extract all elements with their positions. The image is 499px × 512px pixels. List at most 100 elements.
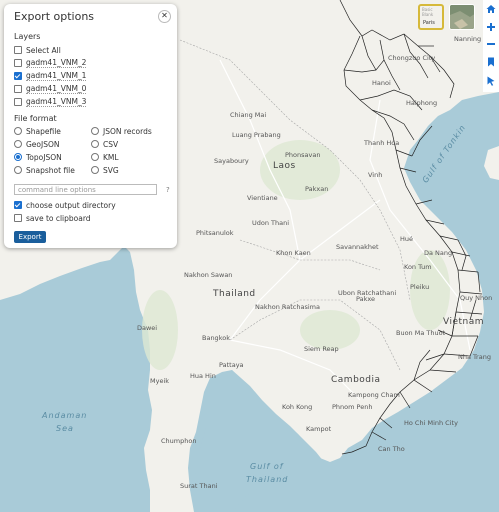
- format-option-geojson[interactable]: GeoJSON: [14, 139, 60, 149]
- bookmark-icon[interactable]: [486, 57, 496, 67]
- layer-name: gadm41_VNM_3: [26, 97, 87, 107]
- label-city: Pleiku: [410, 283, 430, 291]
- format-label: TopoJSON: [26, 152, 62, 162]
- label-city: Chongzuo City: [388, 54, 436, 62]
- label-city: Khon Kaen: [276, 249, 311, 257]
- clipboard-checkbox[interactable]: [14, 214, 22, 222]
- label-city: Nha Trang: [458, 353, 491, 361]
- label-city: Sayaboury: [214, 157, 249, 165]
- label-city: Nakhon Ratchasima: [255, 303, 320, 311]
- label-city: Haiphong: [406, 99, 438, 107]
- format-option-topojson[interactable]: TopoJSON: [14, 152, 62, 162]
- layer-name: gadm41_VNM_0: [26, 84, 87, 94]
- label-city: Hua Hin: [190, 372, 216, 380]
- home-icon[interactable]: [486, 4, 496, 14]
- format-label: SVG: [103, 165, 119, 175]
- close-button[interactable]: ✕: [158, 10, 171, 23]
- format-radio[interactable]: [91, 153, 99, 161]
- label-laos: Laos: [273, 161, 296, 171]
- label-city: Kampot: [306, 425, 332, 433]
- layer-name: gadm41_VNM_1: [26, 71, 87, 81]
- label-city: Vinh: [368, 171, 383, 179]
- choose-directory-option[interactable]: choose output directory: [14, 200, 116, 210]
- label-city: Thanh Hóa: [364, 139, 400, 147]
- label-sea: Sea: [56, 424, 74, 433]
- layer-checkbox[interactable]: [14, 85, 22, 93]
- label-city: Udon Thani: [252, 219, 290, 227]
- clipboard-option[interactable]: save to clipboard: [14, 213, 91, 223]
- format-radio[interactable]: [14, 166, 22, 174]
- label-city: Phitsanulok: [196, 229, 234, 237]
- format-label: Snapshot file: [26, 165, 75, 175]
- label-city: Nakhon Sawan: [184, 271, 233, 279]
- format-radio[interactable]: [91, 166, 99, 174]
- format-radio[interactable]: [14, 153, 22, 161]
- export-button[interactable]: Export: [14, 231, 46, 243]
- label-city: Ubon Ratchathani: [338, 289, 397, 297]
- format-option-json-records[interactable]: JSON records: [91, 126, 152, 136]
- label-city: Pattaya: [219, 361, 244, 369]
- label-andaman: Andaman: [42, 411, 88, 420]
- format-radio[interactable]: [14, 140, 22, 148]
- label-city: Phnom Penh: [332, 403, 373, 411]
- label-city: Vientiane: [247, 194, 278, 202]
- label-city: Da Nang: [424, 249, 453, 257]
- format-option-svg[interactable]: SVG: [91, 165, 119, 175]
- layer-option[interactable]: gadm41_VNM_3: [14, 97, 87, 107]
- format-radio[interactable]: [14, 127, 22, 135]
- label-gulf-of: Gulf of: [250, 462, 284, 471]
- format-label: CSV: [103, 139, 119, 149]
- layer-checkbox[interactable]: [14, 72, 22, 80]
- layer-option[interactable]: gadm41_VNM_1: [14, 71, 87, 81]
- pointer-icon[interactable]: [486, 76, 496, 86]
- layer-name: gadm41_VNM_2: [26, 58, 87, 68]
- label-city: Hué: [400, 235, 414, 243]
- label-city: Dawei: [137, 324, 158, 332]
- label-city: Koh Kong: [282, 403, 313, 411]
- satellite-image: [450, 5, 474, 29]
- label-cambodia: Cambodia: [331, 375, 381, 385]
- format-option-shapefile[interactable]: Shapefile: [14, 126, 61, 136]
- zoom-out-icon[interactable]: [486, 39, 496, 49]
- format-option-kml[interactable]: KML: [91, 152, 119, 162]
- layer-option[interactable]: gadm41_VNM_2: [14, 58, 87, 68]
- format-label: Shapefile: [26, 126, 61, 136]
- label-thailand: Thailand: [213, 289, 256, 299]
- label-city: Hanoi: [372, 79, 391, 87]
- select-all-checkbox[interactable]: [14, 46, 22, 54]
- layer-checkbox[interactable]: [14, 98, 22, 106]
- help-icon[interactable]: ?: [166, 186, 170, 194]
- format-radio[interactable]: [91, 127, 99, 135]
- select-all-option[interactable]: Select All: [14, 45, 61, 55]
- label-city: Luang Prabang: [232, 131, 281, 139]
- basemap-light-thumbnail[interactable]: Basic Blank Paris: [418, 4, 444, 30]
- label-city: Savannakhet: [336, 243, 379, 251]
- label-city: Bangkok: [202, 334, 230, 342]
- basemap-light-label: Paris: [423, 20, 435, 26]
- file-format-heading: File format: [14, 114, 57, 123]
- select-all-label: Select All: [26, 45, 61, 55]
- label-city: Chumphon: [161, 437, 197, 445]
- layer-checkbox[interactable]: [14, 59, 22, 67]
- format-option-snapshot[interactable]: Snapshot file: [14, 165, 75, 175]
- layer-option[interactable]: gadm41_VNM_0: [14, 84, 87, 94]
- label-city: Phonsavan: [285, 151, 321, 159]
- label-city: Surat Thani: [180, 482, 218, 490]
- layers-heading: Layers: [14, 32, 41, 41]
- label-city: Siem Reap: [304, 345, 339, 353]
- map-toolbar: [483, 0, 499, 92]
- command-line-input[interactable]: command line options: [14, 184, 157, 195]
- format-radio[interactable]: [91, 140, 99, 148]
- export-options-panel: Export options ✕ Layers Select All gadm4…: [4, 4, 177, 248]
- format-option-csv[interactable]: CSV: [91, 139, 118, 149]
- label-vietnam: Vietnam: [443, 317, 485, 327]
- label-city: Quy Nhon: [460, 294, 493, 302]
- zoom-in-icon[interactable]: [486, 22, 496, 32]
- label-city: Pakxan: [305, 185, 329, 193]
- label-city: Myeik: [150, 377, 170, 385]
- format-label: KML: [103, 152, 119, 162]
- basemap-light-caption: Basic Blank: [422, 7, 434, 17]
- basemap-satellite-thumbnail[interactable]: [449, 4, 475, 30]
- label-city: Can Tho: [378, 445, 405, 453]
- choose-directory-checkbox[interactable]: [14, 201, 22, 209]
